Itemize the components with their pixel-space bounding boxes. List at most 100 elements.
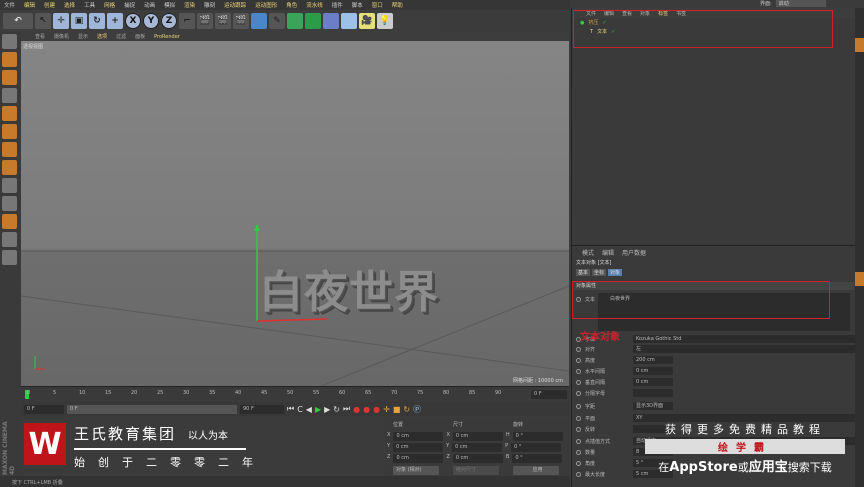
menu-item[interactable]: 角色 <box>286 1 297 9</box>
objects-tab[interactable] <box>855 38 864 52</box>
coord-value-field[interactable]: 0 ° <box>511 443 562 452</box>
am-menu-item[interactable]: 用户数据 <box>622 248 646 257</box>
x-axis-icon[interactable]: X <box>125 13 141 29</box>
attribute-value[interactable]: 左 <box>633 345 863 353</box>
edges-mode-icon[interactable] <box>2 124 17 139</box>
attribute-value[interactable]: Kozuka Gothic Std <box>633 335 863 343</box>
menu-item[interactable]: 帮助 <box>392 1 403 9</box>
sculpt-icon[interactable] <box>2 196 17 211</box>
select-icon[interactable]: ↖ <box>35 13 51 29</box>
coord-value-field[interactable]: 0 cm <box>452 454 503 463</box>
camera-icon[interactable]: 🎥 <box>359 13 375 29</box>
menu-item[interactable]: 窗口 <box>372 1 383 9</box>
attribute-value[interactable]: 0 cm <box>633 367 673 375</box>
menu-item[interactable]: 模拟 <box>164 1 175 9</box>
rotate-icon[interactable]: ↻ <box>89 13 105 29</box>
menu-item[interactable]: 插件 <box>332 1 343 9</box>
apply-button[interactable]: 应用 <box>513 466 559 475</box>
coord-value-field[interactable]: 0 ° <box>512 454 563 463</box>
pen-icon[interactable]: ✎ <box>269 13 285 29</box>
model-mode-icon[interactable] <box>2 52 17 67</box>
render-view-icon[interactable]: 🎬 <box>197 13 213 29</box>
subdivision-icon[interactable] <box>287 13 303 29</box>
frame-field[interactable]: 0 F <box>531 390 567 399</box>
menu-item[interactable]: 动画 <box>144 1 155 9</box>
prev-frame-icon[interactable]: ◀ <box>306 405 312 414</box>
animate-radio[interactable] <box>576 357 581 363</box>
menu-item[interactable]: 雕刻 <box>204 1 215 9</box>
coord-value-field[interactable]: 0 cm <box>393 454 444 463</box>
attribute-value[interactable] <box>633 389 673 397</box>
animate-radio[interactable] <box>576 368 581 374</box>
animate-radio[interactable] <box>576 403 581 409</box>
goto-start-icon[interactable]: ⏮ <box>287 404 294 414</box>
points-mode-icon[interactable] <box>2 106 17 121</box>
workplane-icon[interactable] <box>2 88 17 103</box>
scale-icon[interactable]: ▣ <box>71 13 87 29</box>
autokey-icon[interactable]: ● <box>363 405 370 414</box>
interface-dropdown[interactable]: 启动 <box>775 0 826 7</box>
menu-item[interactable]: 运动跟踪 <box>224 1 246 9</box>
coord-value-field[interactable]: 0 cm <box>393 432 444 441</box>
animate-radio[interactable] <box>576 346 581 352</box>
attribute-value[interactable]: 200 cm <box>633 356 673 364</box>
viewport-menu-item[interactable]: 过滤 <box>116 33 126 40</box>
move-icon[interactable]: ✛ <box>53 13 69 29</box>
render-settings-icon[interactable]: 🎬 <box>233 13 249 29</box>
axis-mode-icon[interactable] <box>2 160 17 175</box>
am-menu-item[interactable]: 编辑 <box>602 248 614 257</box>
timeline[interactable]: 0 F 0 5 10 15 20 25 30 35 40 45 50 55 60 65 70 75 80 85 90 <box>21 386 569 402</box>
animate-radio[interactable] <box>576 426 581 432</box>
layer-icon[interactable] <box>2 250 17 265</box>
menu-item[interactable]: 编辑 <box>24 1 35 9</box>
polygons-mode-icon[interactable] <box>2 142 17 157</box>
animate-radio[interactable] <box>576 471 581 477</box>
attribute-tab[interactable]: 对象 <box>608 269 623 276</box>
am-menu-item[interactable]: 模式 <box>582 248 594 257</box>
undo-icon[interactable]: ↶ <box>3 13 33 29</box>
coord-value-field[interactable]: 0 ° <box>512 432 563 441</box>
play-icon[interactable]: ▶ <box>315 405 321 414</box>
menu-item[interactable]: 创建 <box>44 1 55 9</box>
frame-range-slider[interactable]: 0 F <box>67 404 237 414</box>
menu-item[interactable]: 工具 <box>84 1 95 9</box>
loop-icon[interactable]: ↻ <box>333 405 340 414</box>
menu-item[interactable]: 捕捉 <box>124 1 135 9</box>
viewport-menu-item[interactable]: 选项 <box>97 33 107 40</box>
max-frame-field[interactable]: 90 F <box>240 404 284 414</box>
snap-icon[interactable] <box>2 178 17 193</box>
goto-end-icon[interactable]: ⏭ <box>343 404 350 414</box>
menu-item[interactable]: 运动图形 <box>255 1 277 9</box>
array-icon[interactable] <box>305 13 321 29</box>
key-param-icon[interactable]: Ⓟ <box>413 404 421 415</box>
grid-icon[interactable] <box>2 232 17 247</box>
floor-icon[interactable] <box>341 13 357 29</box>
animate-radio[interactable] <box>576 460 581 466</box>
coord-system-icon[interactable]: ⌐ <box>179 13 195 29</box>
z-axis-icon[interactable]: Z <box>161 13 177 29</box>
menu-item[interactable]: 网格 <box>104 1 115 9</box>
size-mode-dropdown[interactable]: 绝对尺寸 <box>453 466 499 475</box>
viewport-menu-item[interactable]: 面板 <box>135 33 145 40</box>
menu-item[interactable]: 流水线 <box>306 1 323 9</box>
render-icon[interactable]: 🎬 <box>215 13 231 29</box>
perspective-viewport[interactable]: 透视视图 白夜世界 网格间距 : 10000 cm <box>21 41 569 386</box>
texture-mode-icon[interactable] <box>2 70 17 85</box>
viewport-menu-item[interactable]: ProRender <box>154 34 180 40</box>
light-icon[interactable]: 💡 <box>377 13 393 29</box>
animate-radio[interactable] <box>576 438 581 444</box>
attribute-value[interactable]: 显示3D界面 <box>633 402 673 410</box>
animate-radio[interactable] <box>576 449 581 455</box>
menu-item[interactable]: 渲染 <box>184 1 195 9</box>
current-frame-field[interactable]: 0 F <box>24 404 64 414</box>
attribute-value[interactable]: 0 cm <box>633 378 673 386</box>
add-icon[interactable]: + <box>107 13 123 29</box>
prev-key-icon[interactable]: C <box>297 405 303 414</box>
paint-icon[interactable] <box>2 214 17 229</box>
attribute-tab[interactable]: 基本 <box>576 269 591 276</box>
viewport-menu-item[interactable]: 查看 <box>35 33 45 40</box>
attribute-tab[interactable]: 坐标 <box>592 269 607 276</box>
deformer-icon[interactable] <box>323 13 339 29</box>
attributes-tab[interactable] <box>855 272 864 286</box>
coord-value-field[interactable]: 0 cm <box>452 443 503 452</box>
